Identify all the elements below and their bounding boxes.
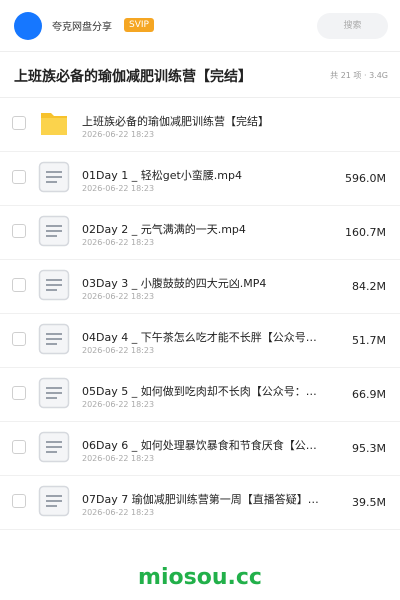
document-icon — [38, 431, 70, 463]
row-checkbox[interactable] — [12, 494, 26, 508]
list-item[interactable]: 05Day 5 _ 如何做到吃肉却不长肉【公众号：… 2026-06-22 18:… — [0, 368, 400, 422]
file-date: 2026-06-22 18:23 — [82, 238, 155, 247]
file-name[interactable]: 06Day 6 _ 如何处理暴饮暴食和节食厌食【公… — [82, 437, 322, 453]
brand-name: 夸克网盘分享 — [52, 22, 112, 33]
document-icon — [38, 323, 70, 355]
app-header: 夸克网盘分享 SVIP — [0, 0, 400, 52]
list-item[interactable]: 上班族必备的瑜伽减肥训练营【完结】 2026-06-22 18:23 — [0, 98, 400, 152]
document-icon — [38, 485, 70, 517]
file-name[interactable]: 02Day 2 _ 元气满满的一天.mp4 — [82, 221, 322, 237]
file-size: 160.7M — [345, 226, 386, 239]
folder-meta: 共 21 项 · 3.4G — [330, 71, 388, 80]
file-size: 51.7M — [352, 334, 386, 347]
row-checkbox[interactable] — [12, 278, 26, 292]
row-checkbox[interactable] — [12, 224, 26, 238]
file-date: 2026-06-22 18:23 — [82, 508, 155, 517]
list-item[interactable]: 06Day 6 _ 如何处理暴饮暴食和节食厌食【公… 2026-06-22 18:… — [0, 422, 400, 476]
file-date: 2026-06-22 18:23 — [82, 292, 155, 301]
svip-badge: SVIP — [124, 18, 154, 32]
row-checkbox[interactable] — [12, 440, 26, 454]
file-name[interactable]: 07Day 7 瑜伽减肥训练营第一周【直播答疑】… — [82, 491, 322, 507]
file-size: 84.2M — [352, 280, 386, 293]
document-icon — [38, 377, 70, 409]
file-date: 2026-06-22 18:23 — [82, 454, 155, 463]
file-name[interactable]: 04Day 4 _ 下午茶怎么吃才能不长胖【公众号… — [82, 329, 322, 345]
row-checkbox[interactable] — [12, 332, 26, 346]
list-item[interactable]: 07Day 7 瑜伽减肥训练营第一周【直播答疑】… 2026-06-22 18:2… — [0, 476, 400, 530]
file-size: 66.9M — [352, 388, 386, 401]
list-item[interactable]: 04Day 4 _ 下午茶怎么吃才能不长胖【公众号… 2026-06-22 18:… — [0, 314, 400, 368]
avatar[interactable] — [14, 12, 42, 40]
list-item[interactable]: 03Day 3 _ 小腹鼓鼓的四大元凶.MP4 2026-06-22 18:23 8… — [0, 260, 400, 314]
file-size: 95.3M — [352, 442, 386, 455]
document-icon — [38, 215, 70, 247]
file-name[interactable]: 上班族必备的瑜伽减肥训练营【完结】 — [82, 113, 322, 129]
file-name[interactable]: 05Day 5 _ 如何做到吃肉却不长肉【公众号：… — [82, 383, 322, 399]
file-name[interactable]: 01Day 1 _ 轻松get小蛮腰.mp4 — [82, 167, 322, 183]
list-item[interactable]: 02Day 2 _ 元气满满的一天.mp4 2026-06-22 18:23 160… — [0, 206, 400, 260]
file-size: 596.0M — [345, 172, 386, 185]
file-date: 2026-06-22 18:23 — [82, 400, 155, 409]
file-size: 39.5M — [352, 496, 386, 509]
file-date: 2026-06-22 18:23 — [82, 346, 155, 355]
file-date: 2026-06-22 18:23 — [82, 184, 155, 193]
file-name[interactable]: 03Day 3 _ 小腹鼓鼓的四大元凶.MP4 — [82, 275, 322, 291]
search-input[interactable] — [317, 13, 388, 39]
page-title: 上班族必备的瑜伽减肥训练营【完结】 — [14, 69, 252, 85]
row-checkbox[interactable] — [12, 116, 26, 130]
document-icon — [38, 161, 70, 193]
document-icon — [38, 269, 70, 301]
list-item[interactable]: 01Day 1 _ 轻松get小蛮腰.mp4 2026-06-22 18:23 59… — [0, 152, 400, 206]
folder-title-bar: 上班族必备的瑜伽减肥训练营【完结】 共 21 项 · 3.4G — [0, 52, 400, 98]
site-logo: miosou.cc — [138, 565, 262, 590]
row-checkbox[interactable] — [12, 170, 26, 184]
footer: miosou.cc — [0, 556, 400, 600]
row-checkbox[interactable] — [12, 386, 26, 400]
folder-icon — [38, 107, 70, 139]
file-list: 上班族必备的瑜伽减肥训练营【完结】 2026-06-22 18:23 01Day 1… — [0, 98, 400, 530]
file-date: 2026-06-22 18:23 — [82, 130, 155, 139]
